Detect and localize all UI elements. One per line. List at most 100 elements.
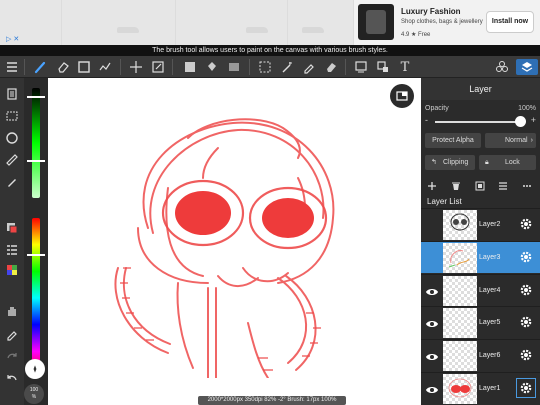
gear-icon[interactable] bbox=[519, 315, 533, 329]
layers-icon[interactable] bbox=[516, 59, 538, 75]
layer-list-label: Layer List bbox=[427, 197, 462, 206]
layer-name: Layer6 bbox=[479, 352, 501, 359]
opacity-increase-button[interactable]: + bbox=[531, 115, 536, 125]
redo-icon[interactable] bbox=[4, 348, 20, 364]
layer-row[interactable]: Layer3 bbox=[421, 241, 540, 273]
clipping-icon: ↰ bbox=[431, 159, 437, 166]
layer-row[interactable]: Layer4 bbox=[421, 274, 540, 306]
layer-panel: Layer Opacity 100% - + Protect Alpha Nor… bbox=[421, 78, 540, 405]
materials-icon[interactable] bbox=[494, 59, 510, 75]
palette-list-icon[interactable] bbox=[4, 242, 20, 258]
blend-mode-select[interactable]: Normal › bbox=[485, 133, 536, 148]
opacity-value: 100% bbox=[518, 105, 536, 112]
brush-slider-strip bbox=[24, 78, 48, 405]
hue-slider[interactable] bbox=[32, 218, 40, 378]
gear-icon[interactable] bbox=[519, 381, 533, 395]
layer-row[interactable]: Layer6 bbox=[421, 339, 540, 371]
brush-opacity-handle[interactable] bbox=[27, 160, 45, 162]
hue-handle[interactable] bbox=[27, 254, 45, 256]
merge-layer-icon[interactable] bbox=[473, 180, 487, 192]
more-options-icon[interactable] bbox=[520, 180, 534, 192]
brush-size-handle[interactable] bbox=[27, 96, 45, 98]
layer-row[interactable]: Layer5 bbox=[421, 306, 540, 338]
eye-visibility-icon[interactable] bbox=[425, 350, 439, 362]
lock-icon: 🔒︎ bbox=[485, 159, 489, 166]
opacity-decrease-button[interactable]: - bbox=[425, 115, 428, 125]
app-window: ▷ ✕ Luxury Fashion Shop clothes, bags & … bbox=[0, 0, 540, 405]
ad-title[interactable]: Luxury Fashion bbox=[401, 7, 461, 16]
add-layer-icon[interactable] bbox=[425, 180, 439, 192]
transform-icon[interactable] bbox=[150, 59, 166, 75]
layer-name: Layer1 bbox=[479, 385, 501, 392]
layer-list-icon[interactable] bbox=[496, 180, 510, 192]
brush-icon[interactable] bbox=[32, 59, 48, 75]
menu-icon[interactable] bbox=[4, 59, 20, 75]
gear-icon[interactable] bbox=[519, 348, 533, 362]
opacity-label: Opacity bbox=[425, 105, 449, 112]
gear-icon[interactable] bbox=[519, 217, 533, 231]
layer-thumbnail bbox=[443, 210, 477, 240]
panel-title: Layer bbox=[421, 78, 540, 100]
ad-rating: 4.9 ★ Free bbox=[401, 32, 431, 38]
eye-visibility-icon[interactable] bbox=[425, 383, 439, 395]
layer-thumbnail bbox=[443, 374, 477, 404]
color-swatch-icon[interactable] bbox=[4, 220, 20, 236]
layer-thumbnail bbox=[443, 341, 477, 371]
zoom-button[interactable]: 100% bbox=[24, 384, 44, 404]
select-eraser-icon[interactable] bbox=[323, 59, 339, 75]
ad-description: Shop clothes, bags & jewellery bbox=[401, 19, 483, 25]
eye-hidden-icon[interactable] bbox=[425, 252, 439, 264]
pen-icon[interactable] bbox=[4, 174, 20, 190]
lock-button[interactable]: 🔒︎ Lock bbox=[479, 155, 536, 170]
canvas-icon[interactable] bbox=[375, 59, 391, 75]
pages-icon[interactable] bbox=[4, 86, 20, 102]
ad-image[interactable] bbox=[288, 0, 354, 45]
hand-icon[interactable] bbox=[4, 303, 20, 319]
ruler-icon[interactable] bbox=[4, 152, 20, 168]
text-icon[interactable]: T bbox=[397, 59, 413, 75]
gradient-icon[interactable] bbox=[226, 59, 242, 75]
layer-name: Layer3 bbox=[479, 254, 501, 261]
ad-image[interactable] bbox=[62, 0, 176, 45]
brush-size-slider[interactable] bbox=[32, 88, 40, 198]
layer-row[interactable]: Layer1 bbox=[421, 372, 540, 404]
layer-row[interactable]: Layer2 bbox=[421, 208, 540, 240]
protect-alpha-button[interactable]: Protect Alpha bbox=[425, 133, 481, 148]
palette-grid-icon[interactable] bbox=[4, 262, 20, 278]
magic-wand-icon[interactable] bbox=[279, 59, 295, 75]
delete-layer-icon[interactable] bbox=[449, 180, 463, 192]
eye-visibility-icon[interactable] bbox=[425, 317, 439, 329]
eraser-icon[interactable] bbox=[55, 59, 71, 75]
eye-hidden-icon[interactable] bbox=[425, 219, 439, 231]
brush-shape-icon[interactable] bbox=[25, 359, 45, 379]
move-icon[interactable] bbox=[128, 59, 144, 75]
lasso-wand-icon[interactable] bbox=[97, 59, 113, 75]
undo-icon[interactable] bbox=[4, 370, 20, 386]
ad-product-image[interactable] bbox=[358, 4, 394, 40]
redo-circle-icon[interactable] bbox=[4, 130, 20, 146]
drawing-canvas[interactable] bbox=[48, 78, 421, 405]
eyedropper-icon[interactable] bbox=[4, 326, 20, 342]
select-all-icon[interactable] bbox=[353, 59, 369, 75]
gear-icon[interactable] bbox=[519, 283, 533, 297]
eye-visibility-icon[interactable] bbox=[425, 285, 439, 297]
eyedropper-select-icon[interactable] bbox=[301, 59, 317, 75]
ad-banner[interactable]: ▷ ✕ Luxury Fashion Shop clothes, bags & … bbox=[0, 0, 540, 45]
canvas-status: 2000*2000px 350dpi 82% -2° Brush: 17px 1… bbox=[198, 396, 346, 405]
selection-icon[interactable] bbox=[257, 59, 273, 75]
bucket-icon[interactable] bbox=[204, 59, 220, 75]
fill-color-icon[interactable] bbox=[182, 59, 198, 75]
ad-image[interactable] bbox=[176, 0, 288, 45]
install-button[interactable]: Install now bbox=[486, 11, 534, 33]
gear-icon[interactable] bbox=[519, 250, 533, 264]
selection-list-icon[interactable] bbox=[4, 108, 20, 124]
opacity-slider-handle[interactable] bbox=[515, 116, 526, 127]
chevron-right-icon: › bbox=[530, 137, 533, 144]
opacity-slider[interactable] bbox=[435, 121, 525, 123]
ad-choices-badge[interactable]: ▷ ✕ bbox=[6, 35, 19, 43]
clipping-button[interactable]: ↰ Clipping bbox=[425, 155, 475, 170]
rect-icon[interactable] bbox=[76, 59, 92, 75]
reference-window-icon[interactable] bbox=[390, 84, 414, 108]
lock-label: Lock bbox=[505, 159, 520, 166]
tool-hint: The brush tool allows users to paint on … bbox=[0, 45, 540, 56]
